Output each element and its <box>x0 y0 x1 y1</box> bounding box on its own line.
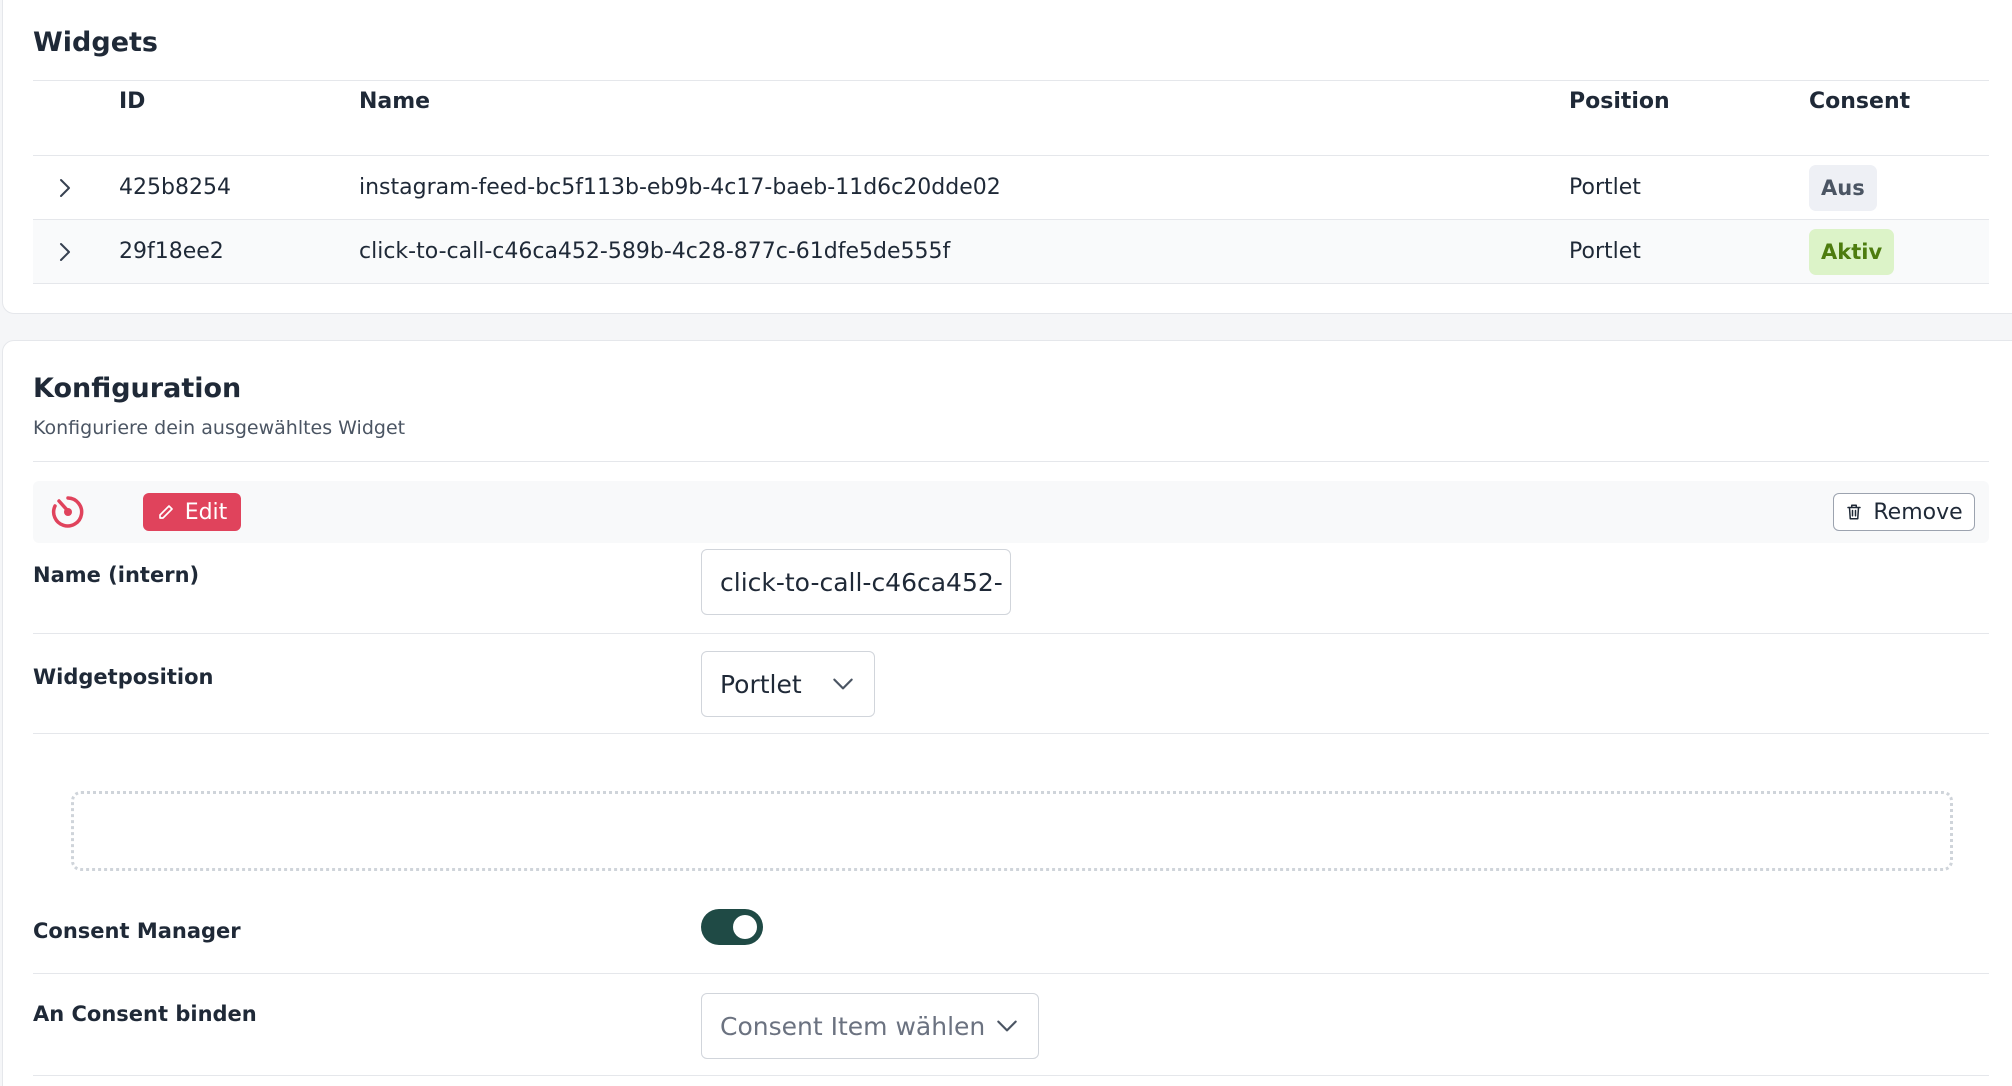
name-intern-value: click-to-call-c46ca452- <box>720 567 1003 597</box>
consent-manager-toggle[interactable] <box>701 909 763 945</box>
chevron-right-icon[interactable] <box>53 176 77 200</box>
name-intern-input[interactable]: click-to-call-c46ca452- <box>701 549 1011 615</box>
chevron-down-icon <box>833 678 853 690</box>
brand-logo-icon <box>51 496 84 528</box>
configuration-subtitle: Konfiguriere dein ausgewähltes Widget <box>33 417 406 439</box>
widgets-card: Widgets ID Name Position Consent 425b825… <box>2 0 2012 314</box>
row-id: 425b8254 <box>119 175 231 200</box>
divider <box>33 973 1989 974</box>
widget-toolbar: Edit Remove <box>33 481 1989 543</box>
edit-button[interactable]: Edit <box>143 493 241 531</box>
configuration-card: Konfiguration Konfiguriere dein ausgewäh… <box>2 340 2012 1086</box>
consent-item-select[interactable]: Consent Item wählen <box>701 993 1039 1059</box>
widgetposition-value: Portlet <box>720 669 802 699</box>
remove-button[interactable]: Remove <box>1833 493 1975 531</box>
chevron-down-icon <box>997 1020 1017 1032</box>
column-header-name: Name <box>359 89 431 114</box>
widgetposition-select[interactable]: Portlet <box>701 651 875 717</box>
widgets-title: Widgets <box>33 27 158 58</box>
edit-button-label: Edit <box>184 499 228 525</box>
row-position: Portlet <box>1569 239 1641 264</box>
row-position: Portlet <box>1569 175 1641 200</box>
consent-bind-label: An Consent binden <box>33 1002 257 1026</box>
pencil-icon <box>158 505 173 519</box>
remove-button-label: Remove <box>1873 499 1963 525</box>
divider <box>33 80 1989 81</box>
divider <box>33 733 1989 734</box>
consent-status-badge: Aus <box>1809 165 1877 211</box>
consent-status-badge: Aktiv <box>1809 229 1895 275</box>
chevron-right-icon[interactable] <box>53 240 77 264</box>
name-intern-label: Name (intern) <box>33 563 200 587</box>
column-header-id: ID <box>119 89 146 114</box>
table-row[interactable]: 425b8254 instagram-feed-bc5f113b-eb9b-4c… <box>33 156 1989 220</box>
consent-manager-label: Consent Manager <box>33 919 241 943</box>
widget-dropzone[interactable] <box>71 791 1953 871</box>
divider <box>33 633 1989 634</box>
divider <box>33 1075 1989 1076</box>
row-id: 29f18ee2 <box>119 239 224 264</box>
divider <box>33 461 1989 462</box>
widgetposition-label: Widgetposition <box>33 665 214 689</box>
trash-icon <box>1847 504 1862 520</box>
row-name: click-to-call-c46ca452-589b-4c28-877c-61… <box>359 239 951 264</box>
consent-item-placeholder: Consent Item wählen <box>720 1011 986 1041</box>
configuration-title: Konfiguration <box>33 373 242 404</box>
table-row[interactable]: 29f18ee2 click-to-call-c46ca452-589b-4c2… <box>33 220 1989 284</box>
column-header-position: Position <box>1569 89 1670 114</box>
toggle-knob <box>733 915 757 939</box>
column-header-consent: Consent <box>1809 89 1911 114</box>
row-name: instagram-feed-bc5f113b-eb9b-4c17-baeb-1… <box>359 175 1001 200</box>
